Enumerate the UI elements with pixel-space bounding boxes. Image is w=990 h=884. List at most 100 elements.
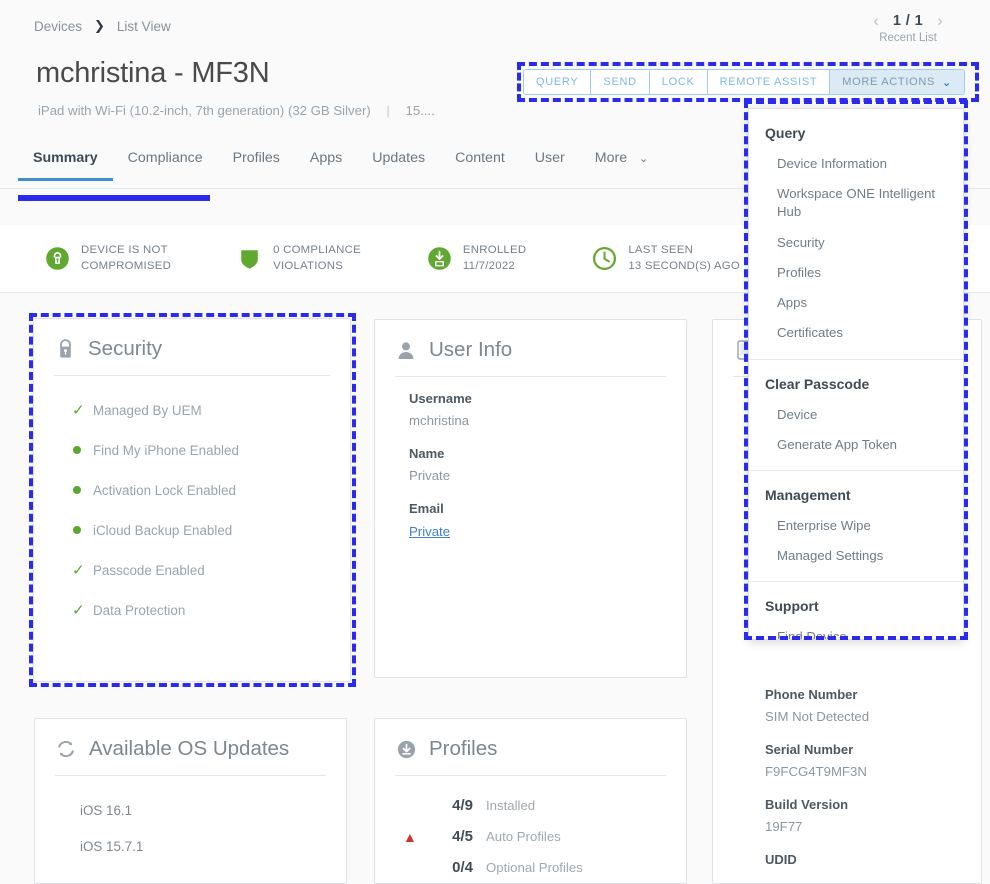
profiles-card-title: Profiles <box>429 737 497 761</box>
field-label: Serial Number <box>765 742 961 757</box>
user-info-card: User Info Username mchristina Name Priva… <box>374 319 687 678</box>
tab-apps[interactable]: Apps <box>295 148 357 180</box>
os-updates-card-title: Available OS Updates <box>89 737 289 761</box>
field-phone-number: Phone Number SIM Not Detected <box>733 687 961 724</box>
clock-icon <box>592 246 617 271</box>
menu-item-certificates[interactable]: Certificates <box>749 318 963 348</box>
list-item: iOS 15.7.1 <box>35 828 326 864</box>
breadcrumb-devices[interactable]: Devices <box>34 19 82 34</box>
dropdown-heading: Clear Passcode <box>749 372 963 400</box>
device-details-page: Devices ❯ List View ‹ 1 / 1 › Recent Lis… <box>0 0 990 884</box>
status-dot-icon <box>72 526 92 534</box>
breadcrumb-list-view[interactable]: List View <box>117 19 171 34</box>
more-actions-dropdown: Query Device Information Workspace ONE I… <box>748 108 964 640</box>
menu-item-device[interactable]: Device <box>749 400 963 430</box>
menu-item-find-device[interactable]: Find Device <box>749 622 963 640</box>
status-line2: 11/7/2022 <box>463 259 526 274</box>
status-line2: VIOLATIONS <box>273 259 361 274</box>
field-value: 19F77 <box>765 819 961 834</box>
pager-count: 1 / 1 <box>893 13 923 29</box>
field-value: SIM Not Detected <box>765 709 961 724</box>
status-compliance-violations: 0 COMPLIANCE VIOLATIONS <box>237 243 361 274</box>
tab-compliance[interactable]: Compliance <box>113 148 218 180</box>
profiles-label: Auto Profiles <box>486 829 561 844</box>
enrolled-download-icon <box>427 246 452 271</box>
lock-button-label: LOCK <box>662 76 695 88</box>
tab-updates[interactable]: Updates <box>357 148 440 180</box>
subtitle-divider: | <box>386 103 389 118</box>
user-info-card-body: Username mchristina Name Private Email P… <box>375 377 686 577</box>
security-card-body: ✓ Managed By UEM Find My iPhone Enabled … <box>34 376 350 648</box>
field-value: mchristina <box>409 413 666 428</box>
annotation-summary-tab <box>18 195 210 201</box>
tab-more[interactable]: More ⌄ <box>580 148 664 180</box>
list-item: iCloud Backup Enabled <box>54 510 330 550</box>
user-info-card-title: User Info <box>429 338 512 362</box>
menu-item-security[interactable]: Security <box>749 228 963 258</box>
status-line2: COMPROMISED <box>81 259 171 274</box>
page-title: mchristina - MF3N <box>36 57 269 90</box>
field-label: Build Version <box>765 797 961 812</box>
status-line1: DEVICE IS NOT <box>81 244 168 256</box>
tab-compliance-label: Compliance <box>128 150 203 166</box>
status-enrolled: ENROLLED 11/7/2022 <box>427 243 526 274</box>
tab-updates-label: Updates <box>372 150 425 166</box>
menu-item-generate-app-token[interactable]: Generate App Token <box>749 430 963 460</box>
prev-record-icon[interactable]: ‹ <box>873 12 879 29</box>
more-actions-button[interactable]: MORE ACTIONS ⌄ <box>830 70 964 94</box>
list-item: iOS 16.1 <box>35 792 326 828</box>
menu-item-apps[interactable]: Apps <box>749 288 963 318</box>
query-button[interactable]: QUERY <box>524 70 591 94</box>
security-card: Security ✓ Managed By UEM Find My iPhone… <box>33 318 351 682</box>
user-icon <box>395 339 417 361</box>
status-line1: ENROLLED <box>463 244 526 256</box>
dropdown-section-clear-passcode: Clear Passcode Device Generate App Token <box>749 360 963 470</box>
field-label: UDID <box>765 852 961 867</box>
tab-profiles-label: Profiles <box>233 150 280 166</box>
status-enrolled-text: ENROLLED 11/7/2022 <box>463 243 526 274</box>
menu-item-profiles[interactable]: Profiles <box>749 258 963 288</box>
send-button[interactable]: SEND <box>591 70 649 94</box>
chevron-down-icon: ⌄ <box>942 76 952 89</box>
field-udid: UDID <box>733 852 961 867</box>
tab-user-label: User <box>535 150 565 166</box>
more-actions-button-label: MORE ACTIONS <box>842 76 935 88</box>
status-line2: 13 SECOND(S) AGO <box>628 259 740 274</box>
check-icon: ✓ <box>72 403 92 418</box>
lock-icon <box>54 338 76 360</box>
tab-profiles[interactable]: Profiles <box>218 148 295 180</box>
check-icon: ✓ <box>72 603 92 618</box>
menu-item-device-information[interactable]: Device Information <box>749 149 963 179</box>
tab-content-label: Content <box>455 150 505 166</box>
send-button-label: SEND <box>603 76 636 88</box>
download-circle-icon <box>395 738 417 760</box>
menu-item-managed-settings[interactable]: Managed Settings <box>749 541 963 571</box>
menu-item-workspace-one-intelligent-hub[interactable]: Workspace ONE Intelligent Hub <box>749 179 963 227</box>
record-pager: ‹ 1 / 1 › Recent List <box>848 12 968 44</box>
field-value: Private <box>409 468 666 483</box>
tab-summary[interactable]: Summary <box>18 148 113 180</box>
field-name: Name Private <box>395 446 666 483</box>
next-record-icon[interactable]: › <box>937 12 943 29</box>
os-updates-card-body: iOS 16.1 iOS 15.7.1 <box>35 776 346 864</box>
profiles-row-installed: 4/9 Installed <box>395 790 666 821</box>
security-card-title: Security <box>88 337 162 361</box>
tab-summary-label: Summary <box>33 150 98 166</box>
profiles-card-header: Profiles <box>375 719 686 761</box>
lock-button[interactable]: LOCK <box>650 70 708 94</box>
menu-item-enterprise-wipe[interactable]: Enterprise Wipe <box>749 511 963 541</box>
chevron-down-icon: ⌄ <box>639 153 648 165</box>
tab-content[interactable]: Content <box>440 148 520 180</box>
tab-user[interactable]: User <box>520 148 580 180</box>
field-value: F9FCG4T9MF3N <box>765 764 961 779</box>
list-item: Activation Lock Enabled <box>54 470 330 510</box>
email-link[interactable]: Private <box>409 524 450 539</box>
dropdown-section-management: Management Enterprise Wipe Managed Setti… <box>749 471 963 581</box>
security-item-label: Passcode Enabled <box>93 563 205 578</box>
lock-circle-icon <box>45 246 70 271</box>
tab-apps-label: Apps <box>310 150 342 166</box>
remote-assist-button[interactable]: REMOTE ASSIST <box>708 70 831 94</box>
dropdown-section-query: Query Device Information Workspace ONE I… <box>749 109 963 359</box>
status-compliance-text: 0 COMPLIANCE VIOLATIONS <box>273 243 361 274</box>
field-label: Username <box>409 391 666 406</box>
